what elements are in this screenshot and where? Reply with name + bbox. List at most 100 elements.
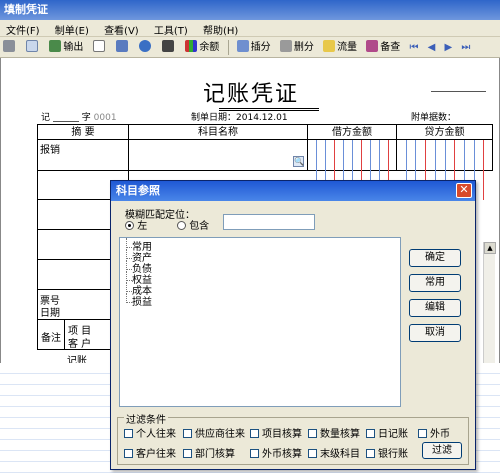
scroll-up-icon[interactable]: ▲ — [484, 242, 496, 254]
delete-row-icon — [279, 40, 292, 52]
binoculars-icon — [162, 40, 175, 52]
match-contains-label: 包含 — [189, 221, 210, 232]
flow-icon — [323, 40, 336, 52]
checkbox-icon[interactable] — [308, 449, 317, 458]
filter-project-label: 项目核算 — [262, 429, 302, 440]
match-left-option[interactable]: 左 — [125, 217, 147, 232]
toolbar-separator — [227, 40, 229, 55]
save-icon — [115, 40, 128, 52]
preview-button[interactable] — [23, 38, 43, 57]
tree-item-assets[interactable]: 资产 — [124, 249, 396, 264]
radio-contains-icon[interactable] — [177, 221, 186, 230]
output-label: 输出 — [63, 42, 84, 53]
print-button[interactable] — [0, 38, 20, 57]
find-button[interactable] — [159, 38, 179, 57]
filter-label: 过滤条件 — [124, 411, 168, 426]
checkbox-icon[interactable] — [366, 449, 375, 458]
filter-group: 过滤条件 个人往来 供应商往来 项目核算 数量核算 日记账 外币 客户往来 部门… — [117, 411, 469, 465]
checkbox-icon[interactable] — [124, 449, 133, 458]
filter-bank-label: 银行账 — [378, 449, 408, 460]
dialog-title-text: 科目参照 — [116, 184, 160, 197]
menu-bar: 文件(F) 制单(E) 查看(V) 工具(T) 帮助(H) — [0, 20, 500, 37]
summary-cell[interactable]: 报销 — [37, 140, 129, 171]
attachments: 附单据数： — [411, 110, 456, 123]
account-cell[interactable]: 🔍 — [128, 140, 308, 171]
checkbox-icon[interactable] — [124, 429, 133, 438]
save-button[interactable] — [113, 38, 133, 57]
tree-item-cost[interactable]: 成本 — [124, 282, 396, 297]
checkbox-icon[interactable] — [250, 429, 259, 438]
search-icon[interactable]: 🔍 — [293, 156, 304, 167]
filter-project[interactable]: 项目核算 — [250, 425, 302, 440]
insert-row-icon — [236, 40, 249, 52]
previous-record-icon[interactable]: ◀ — [425, 38, 439, 57]
edit-button[interactable]: 编辑 — [409, 299, 461, 317]
filter-foreign-currency-label: 外币核算 — [262, 449, 302, 460]
undo-button[interactable] — [136, 38, 156, 57]
toolbar: 输出 余额 插分 删分 流量 备查 ⏮ ◀ ▶ ⏭ — [0, 37, 500, 58]
match-contains-option[interactable]: 包含 — [177, 217, 209, 232]
filter-customer-label: 客户往来 — [136, 449, 176, 460]
window-title: 填制凭证 — [0, 0, 500, 20]
output-button[interactable]: 输出 — [46, 38, 86, 57]
insert-row-label: 插分 — [250, 42, 271, 53]
next-record-icon[interactable]: ▶ — [442, 38, 456, 57]
checkbox-icon[interactable] — [183, 449, 192, 458]
match-left-label: 左 — [137, 221, 148, 232]
filter-button[interactable]: 过滤 — [422, 442, 462, 459]
account-reference-dialog: 科目参照 ✕ 模糊匹配定位： 左 包含 常用 资产 负债 权益 成本 损益 确定… — [110, 180, 476, 470]
filter-foreign-label: 外币 — [430, 429, 450, 440]
checkbox-icon[interactable] — [366, 429, 375, 438]
filter-personal-label: 个人往来 — [136, 429, 176, 440]
document-icon — [92, 40, 105, 52]
tree-item-equity[interactable]: 权益 — [124, 271, 396, 286]
filter-bank[interactable]: 银行账 — [366, 445, 408, 460]
tree-item-common[interactable]: 常用 — [124, 238, 396, 253]
filter-foreign[interactable]: 外币 — [418, 425, 450, 440]
filter-department[interactable]: 部门核算 — [183, 445, 235, 460]
checkbox-icon[interactable] — [250, 449, 259, 458]
first-record-icon[interactable]: ⏮ — [406, 38, 421, 57]
radio-left-icon[interactable] — [125, 221, 134, 230]
cash-flow-button[interactable]: 流量 — [320, 38, 360, 57]
header-summary: 摘 要 — [37, 124, 129, 140]
cancel-button[interactable]: 取消 — [409, 324, 461, 342]
balance-button[interactable]: 余额 — [182, 38, 222, 57]
memo-button[interactable]: 备查 — [363, 38, 403, 57]
summary-text: 报销 — [40, 145, 60, 156]
date-value[interactable]: 2014.12.01 — [236, 113, 288, 123]
account-tree[interactable]: 常用 资产 负债 权益 成本 损益 — [119, 237, 401, 407]
insert-row-button[interactable]: 插分 — [234, 38, 274, 57]
checkbox-icon[interactable] — [418, 429, 427, 438]
filter-foreign-currency[interactable]: 外币核算 — [250, 445, 302, 460]
date-label: 制单日期： — [191, 113, 237, 123]
filter-journal[interactable]: 日记账 — [366, 425, 408, 440]
tree-item-liabilities[interactable]: 负债 — [124, 260, 396, 275]
common-button[interactable]: 常用 — [409, 274, 461, 292]
top-right-line — [431, 91, 486, 92]
delete-row-button[interactable]: 删分 — [277, 38, 317, 57]
filter-quantity[interactable]: 数量核算 — [308, 425, 360, 440]
export-icon — [49, 40, 62, 52]
header-debit: 借方金额 — [307, 124, 397, 140]
filter-customer[interactable]: 客户往来 — [124, 445, 176, 460]
new-button[interactable] — [90, 38, 110, 57]
tree-item-profit-loss[interactable]: 损益 — [124, 293, 396, 308]
filter-leaf-account[interactable]: 末级科目 — [308, 445, 360, 460]
voucher-number-label: 字 — [81, 113, 91, 123]
attachments-label: 附单据数： — [411, 113, 457, 123]
preview-icon — [26, 40, 39, 52]
last-record-icon[interactable]: ⏭ — [458, 38, 473, 57]
ok-button[interactable]: 确定 — [409, 249, 461, 267]
voucher-number-value[interactable]: 0001 — [94, 113, 117, 123]
close-icon[interactable]: ✕ — [456, 183, 472, 198]
voucher-type[interactable]: 记 — [41, 113, 50, 123]
checkbox-icon[interactable] — [183, 429, 192, 438]
voucher-type-field[interactable] — [52, 112, 79, 122]
checkbox-icon[interactable] — [308, 429, 317, 438]
fuzzy-match-input[interactable] — [223, 214, 315, 230]
filter-personal[interactable]: 个人往来 — [124, 425, 176, 440]
remark-divider — [64, 320, 65, 350]
filter-supplier[interactable]: 供应商往来 — [183, 425, 245, 440]
ticket-date-label: 日期 — [40, 308, 60, 319]
